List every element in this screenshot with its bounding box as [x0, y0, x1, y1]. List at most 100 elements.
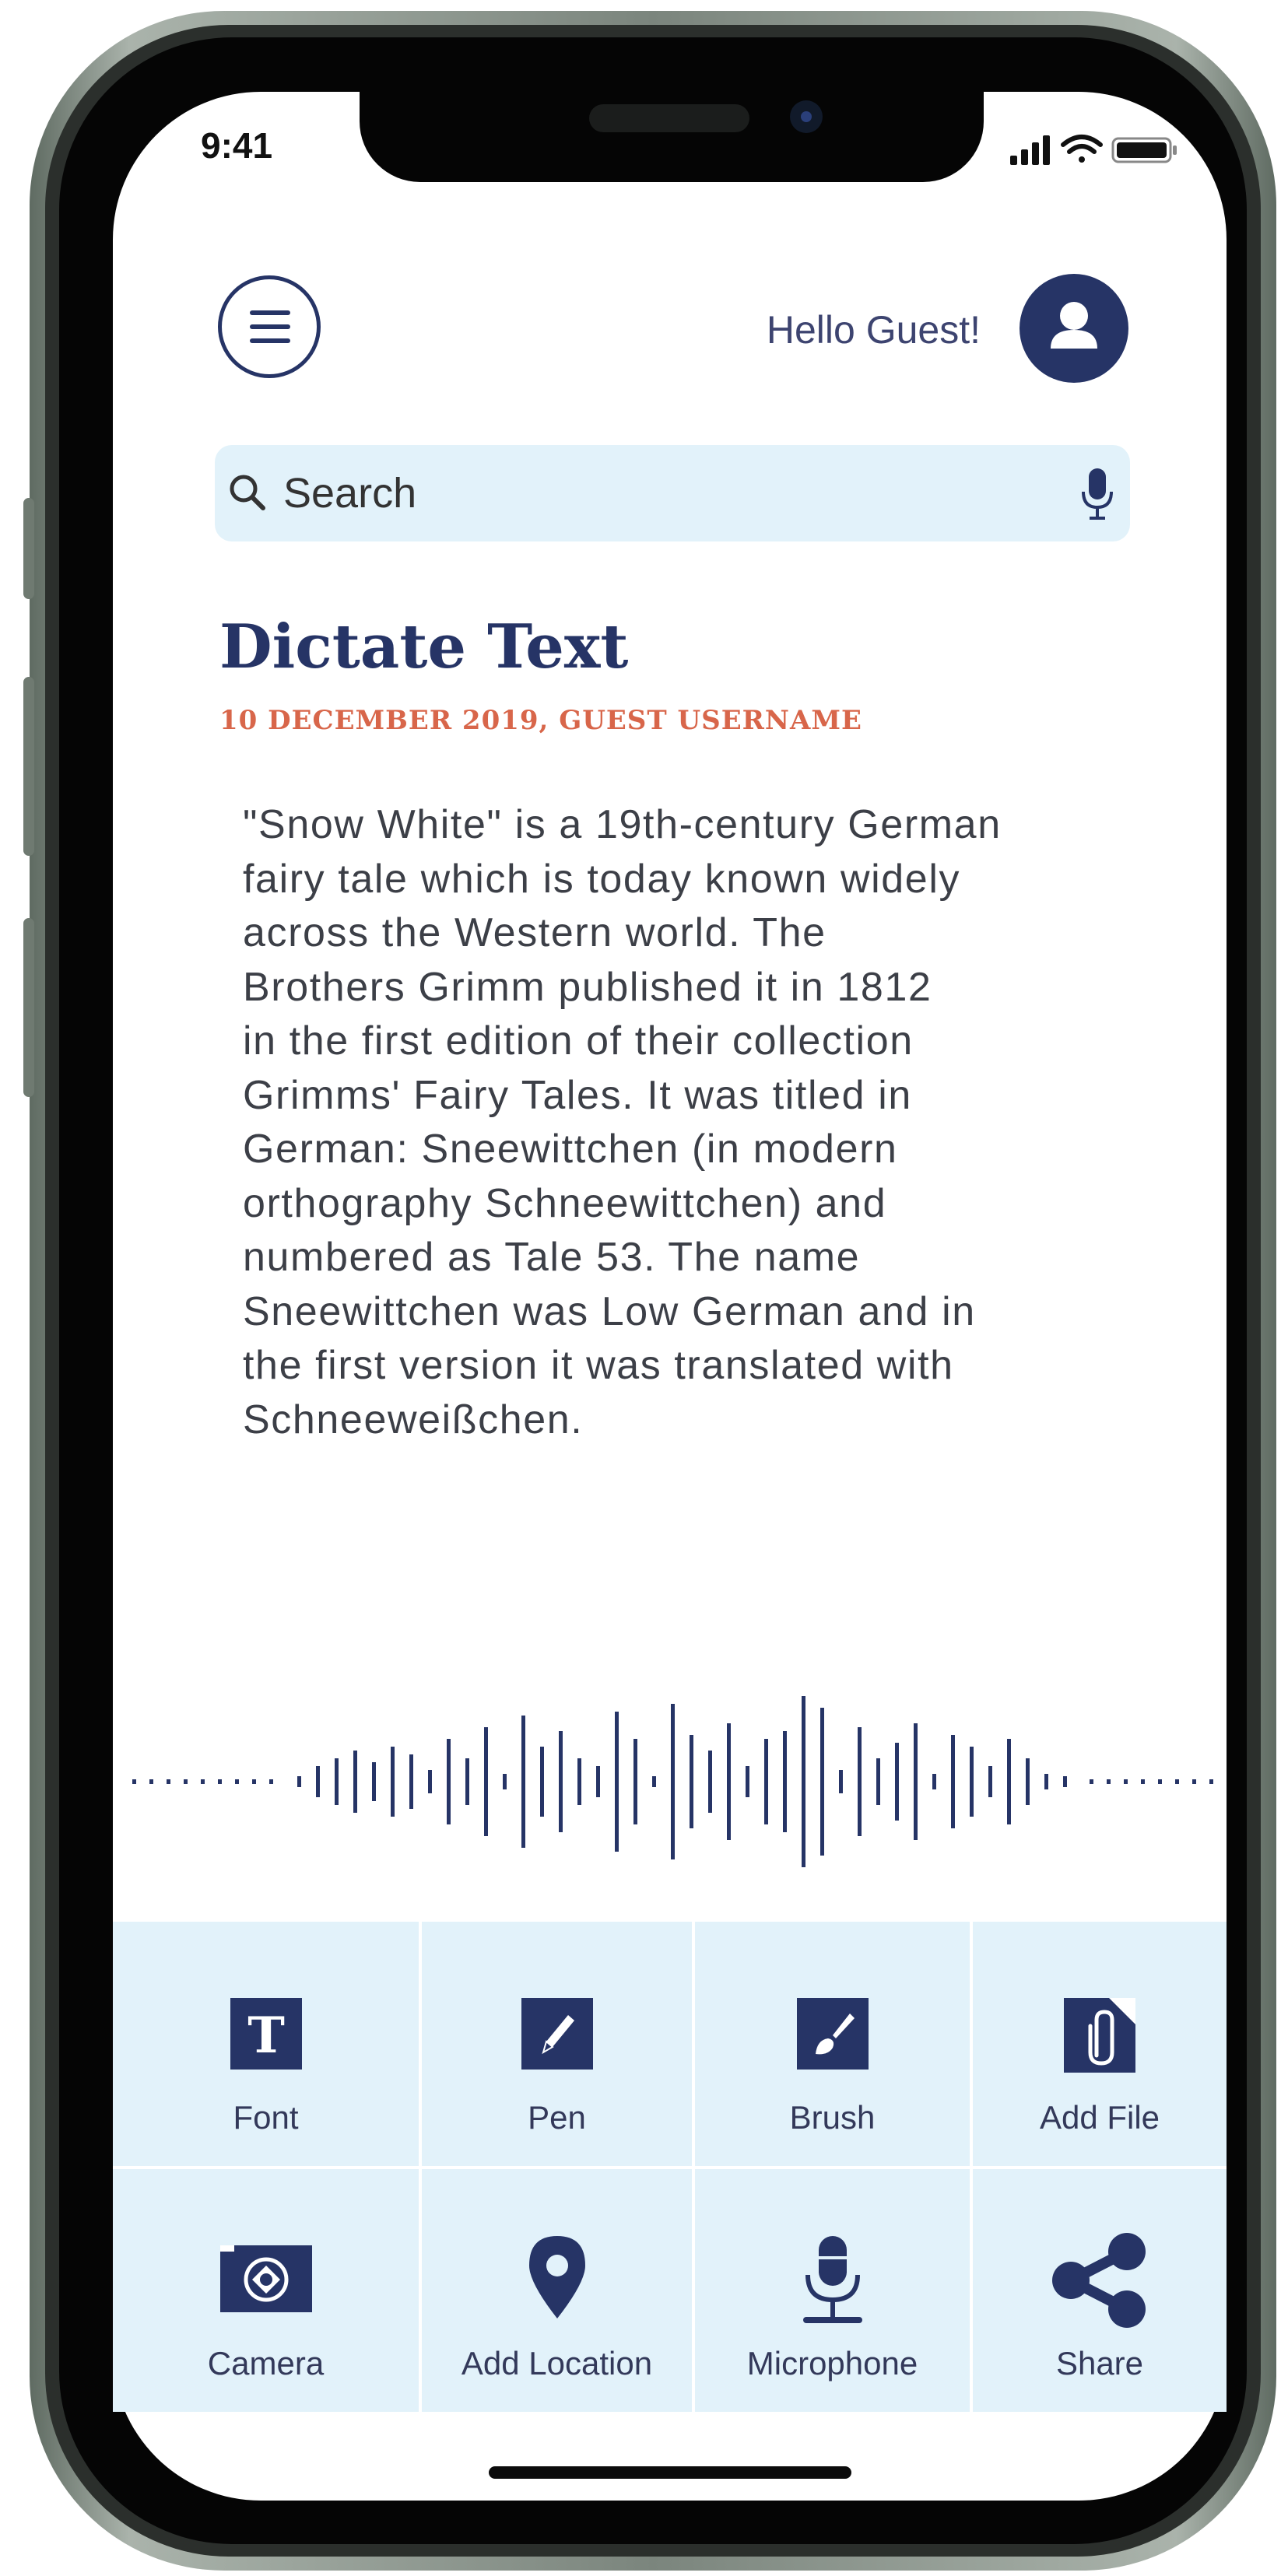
- camera-icon: [219, 2245, 312, 2312]
- front-camera: [790, 100, 823, 133]
- waveform-bar: [1063, 1776, 1067, 1787]
- waveform-bar: [764, 1739, 768, 1824]
- wifi-icon: [1061, 135, 1103, 163]
- byline: 10 DECEMBER 2019, GUEST USERNAME: [219, 705, 862, 736]
- waveform-dot: [1107, 1779, 1111, 1784]
- waveform-bar: [316, 1766, 320, 1797]
- waveform-bar: [858, 1727, 862, 1836]
- waveform-dot: [1192, 1779, 1196, 1784]
- text-line: numbered as Tale 53. The name: [243, 1235, 861, 1280]
- font-icon: T: [230, 1998, 302, 2070]
- text-line: the first version it was translated with: [243, 1343, 954, 1388]
- waveform-bar: [932, 1774, 936, 1789]
- waveform-bar: [951, 1735, 955, 1828]
- tool-label: Camera: [207, 2345, 325, 2381]
- tool-label: Brush: [789, 2099, 876, 2136]
- waveform-bar: [988, 1766, 992, 1797]
- voice-search-icon[interactable]: [1080, 467, 1114, 523]
- attach-file-icon: [1064, 1998, 1135, 2073]
- waveform-bar: [465, 1758, 469, 1805]
- home-indicator[interactable]: [489, 2466, 851, 2479]
- tool-label: Microphone: [746, 2345, 918, 2381]
- text-line: in the first edition of their collection: [243, 1018, 914, 1064]
- add-location-button[interactable]: Add Location: [422, 2169, 692, 2412]
- status-icons: [1010, 135, 1177, 165]
- waveform-bar: [615, 1712, 619, 1852]
- hamburger-line: [250, 338, 290, 343]
- tool-label: Share: [1055, 2345, 1144, 2381]
- waveform-bar: [820, 1708, 824, 1856]
- font-button[interactable]: T Font: [113, 1922, 419, 2166]
- waveform-bar: [577, 1758, 581, 1805]
- text-line: German: Sneewittchen (in modern: [243, 1127, 898, 1172]
- waveform-dot: [1090, 1779, 1093, 1784]
- waveform-bar: [428, 1770, 432, 1793]
- tool-label: Pen: [528, 2099, 586, 2136]
- brush-button[interactable]: Brush: [695, 1922, 970, 2166]
- waveform-bar: [1026, 1758, 1030, 1805]
- waveform-dot: [167, 1779, 170, 1784]
- tool-label: Add File: [1039, 2099, 1160, 2136]
- text-line: Grimms' Fairy Tales. It was titled in: [243, 1072, 912, 1118]
- dictated-text[interactable]: "Snow White" is a 19th-century German fa…: [243, 798, 1122, 1447]
- waveform-bar: [372, 1762, 376, 1801]
- waveform-bar: [839, 1770, 843, 1793]
- waveform-bar: [1044, 1774, 1048, 1789]
- text-line: fairy tale which is today known widely: [243, 856, 961, 902]
- waveform-bar: [690, 1735, 693, 1828]
- waveform-bar: [914, 1723, 918, 1840]
- menu-button[interactable]: [218, 275, 321, 378]
- volume-up-button: [23, 677, 34, 856]
- pen-button[interactable]: Pen: [422, 1922, 692, 2166]
- svg-text:T: T: [247, 2006, 285, 2065]
- waveform-bar: [484, 1727, 488, 1836]
- waveform-dot: [149, 1779, 153, 1784]
- waveform-dot: [269, 1779, 273, 1784]
- waveform-dot: [252, 1779, 256, 1784]
- waveform-bar: [521, 1716, 525, 1848]
- search-input[interactable]: [283, 464, 1046, 523]
- share-icon: [1052, 2233, 1146, 2328]
- waveform-bar: [633, 1739, 637, 1824]
- waveform-dot: [1209, 1779, 1213, 1784]
- tool-label: Add Location: [461, 2345, 653, 2381]
- waveform-dot: [218, 1779, 222, 1784]
- battery-icon: [1111, 137, 1177, 163]
- status-time: 9:41: [201, 125, 273, 166]
- waveform-bar: [1007, 1739, 1011, 1824]
- hamburger-line: [250, 324, 290, 329]
- add-file-button[interactable]: Add File: [973, 1922, 1227, 2166]
- tool-label: Font: [233, 2099, 299, 2136]
- avatar[interactable]: [1020, 274, 1128, 383]
- waveform-bar: [970, 1747, 974, 1817]
- hamburger-icon: [250, 310, 290, 315]
- waveform-bar: [353, 1751, 357, 1813]
- waveform-bar: [783, 1731, 787, 1832]
- signal-icon: [1010, 135, 1050, 165]
- waveform-bar: [596, 1766, 600, 1797]
- camera-button[interactable]: Camera: [113, 2169, 419, 2412]
- waveform-dot: [1124, 1779, 1128, 1784]
- share-button[interactable]: Share: [973, 2169, 1227, 2412]
- waveform-dot: [184, 1779, 188, 1784]
- waveform-bar: [559, 1731, 563, 1832]
- greeting: Hello Guest!: [766, 308, 981, 352]
- mute-switch: [23, 498, 34, 599]
- waveform-bar: [895, 1743, 899, 1821]
- waveform-bar: [802, 1696, 805, 1867]
- text-line: orthography Schneewittchen) and: [243, 1180, 887, 1226]
- waveform-bar: [447, 1739, 451, 1824]
- earpiece-speaker: [589, 104, 749, 132]
- waveform-bar: [409, 1754, 413, 1809]
- waveform-bar: [652, 1776, 656, 1787]
- text-line: Schneeweißchen.: [243, 1397, 584, 1442]
- text-line: Brothers Grimm published it in 1812: [243, 964, 932, 1010]
- microphone-icon: [802, 2236, 862, 2323]
- location-pin-icon: [528, 2236, 585, 2318]
- microphone-button[interactable]: Microphone: [695, 2169, 970, 2412]
- waveform-dot: [235, 1779, 239, 1784]
- pen-icon: [521, 1998, 593, 2070]
- waveform-dot: [1141, 1779, 1145, 1784]
- waveform-bar: [708, 1751, 712, 1813]
- brush-icon: [796, 1998, 869, 2070]
